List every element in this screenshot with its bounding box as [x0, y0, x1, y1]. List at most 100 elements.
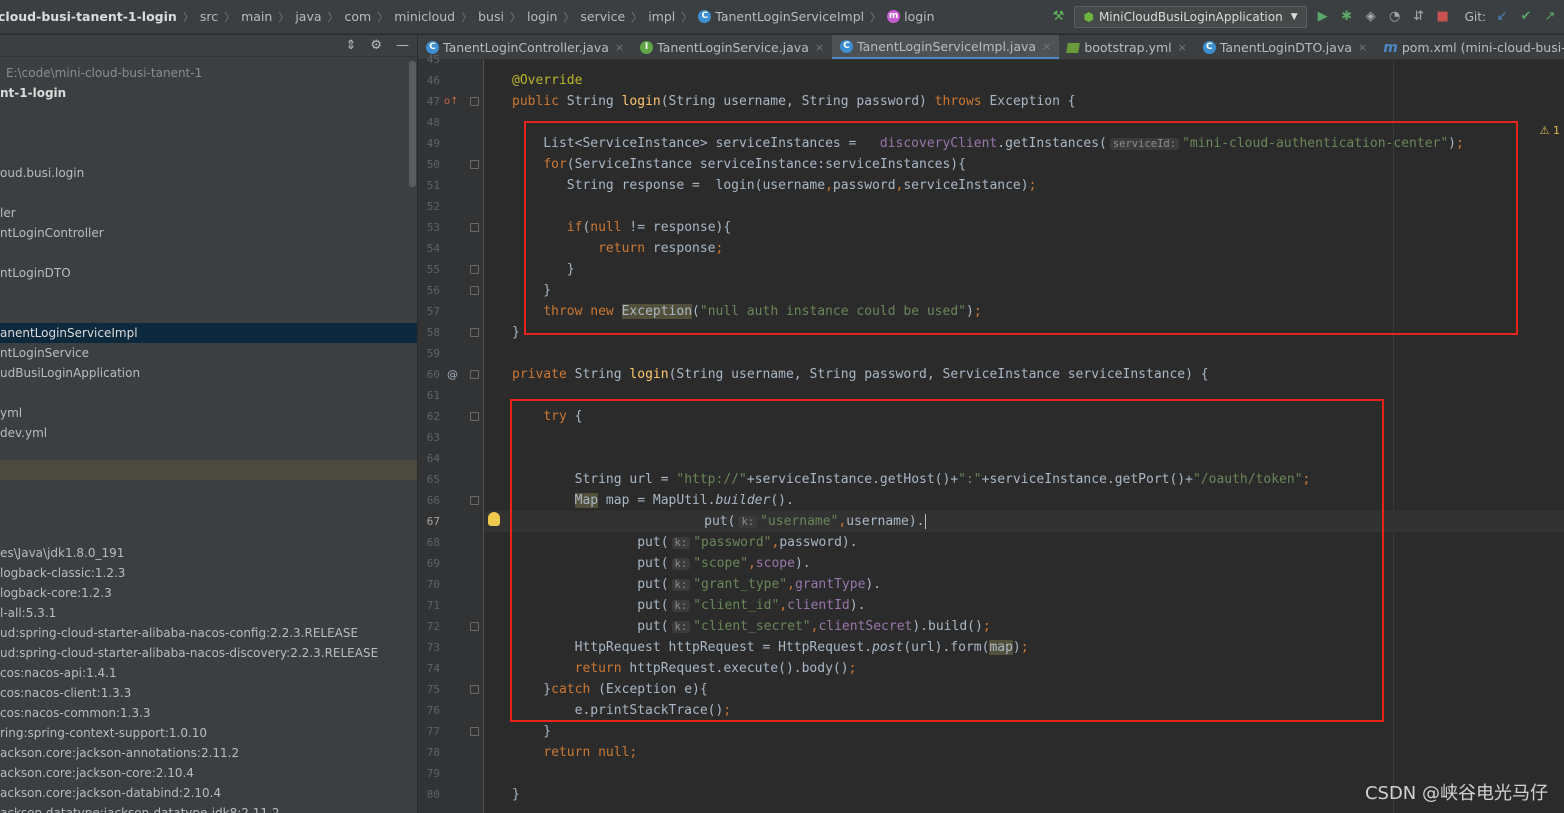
tree-item[interactable]: ackson.datatype:jackson-datatype-jdk8:2.… — [0, 803, 417, 813]
breadcrumb-item[interactable]: busi — [478, 9, 504, 24]
tree-item[interactable]: l-all:5.3.1 — [0, 603, 417, 623]
tree-item[interactable]: ud:spring-cloud-starter-alibaba-nacos-di… — [0, 643, 417, 663]
editor-tab[interactable]: mpom.xml (mini-cloud-busi-tanent-1- — [1375, 35, 1564, 59]
tree-item[interactable]: cos:nacos-common:1.3.3 — [0, 703, 417, 723]
code-editor[interactable]: ⚠ 1 @Override public String login(String… — [485, 60, 1564, 813]
stop-icon[interactable]: ■ — [1435, 9, 1451, 25]
line-number: 56 — [426, 284, 440, 297]
minimize-icon[interactable]: — — [396, 38, 409, 53]
tree-item[interactable]: ntLoginDTO — [0, 263, 417, 283]
fold-marker-icon[interactable] — [470, 370, 479, 379]
tree-item[interactable]: ud:spring-cloud-starter-alibaba-nacos-co… — [0, 623, 417, 643]
project-panel: ⇕ ⚙ — E:\code\mini-cloud-busi-tanent-1 nt… — [0, 35, 417, 813]
fold-marker-icon[interactable] — [470, 286, 479, 295]
annotation-gutter-icon[interactable]: @ — [447, 364, 458, 385]
editor-tab-label: TanentLoginController.java — [443, 40, 609, 55]
coverage-icon[interactable]: ◈ — [1363, 9, 1379, 25]
fold-marker-icon[interactable] — [470, 328, 479, 337]
tree-item[interactable]: ntLoginController — [0, 223, 417, 243]
tree-item[interactable]: cos:nacos-api:1.4.1 — [0, 663, 417, 683]
editor-tab-label: TanentLoginService.java — [657, 40, 809, 55]
line-number: 61 — [426, 389, 440, 402]
breadcrumb-item[interactable]: src — [200, 9, 218, 24]
breadcrumb-separator-icon: 〉 — [182, 10, 194, 24]
editor-tab[interactable]: C TanentLoginController.java × — [418, 35, 632, 59]
editor-tab[interactable]: I TanentLoginService.java × — [632, 35, 832, 59]
tree-item[interactable]: ackson.core:jackson-databind:2.10.4 — [0, 783, 417, 803]
editor-tab-label: bootstrap.yml — [1084, 40, 1172, 55]
editor-tab[interactable]: C TanentLoginDTO.java × — [1195, 35, 1375, 59]
breadcrumb-item[interactable]: TanentLoginServiceImpl — [715, 9, 864, 24]
class-icon: C — [698, 10, 712, 23]
tree-item[interactable]: cos:nacos-client:1.3.3 — [0, 683, 417, 703]
fold-marker-icon[interactable] — [470, 223, 479, 232]
breadcrumb-item[interactable]: impl — [648, 9, 675, 24]
line-number: 55 — [426, 263, 440, 276]
inspection-warning-indicator[interactable]: ⚠ 1 — [1540, 124, 1560, 137]
breadcrumb-item[interactable]: minicloud — [394, 9, 455, 24]
line-number: 65 — [426, 473, 440, 486]
tree-item[interactable]: ackson.core:jackson-core:2.10.4 — [0, 763, 417, 783]
editor-tab[interactable]: C TanentLoginServiceImpl.java × — [832, 35, 1060, 59]
fold-marker-icon[interactable] — [470, 496, 479, 505]
breadcrumb-item[interactable]: login — [527, 9, 557, 24]
tree-item[interactable]: oud.busi.login — [0, 163, 417, 183]
line-number: 54 — [426, 242, 440, 255]
line-number: 60 — [426, 368, 440, 381]
close-icon[interactable]: × — [1042, 40, 1051, 53]
class-icon: C — [840, 39, 854, 53]
fold-marker-icon[interactable] — [470, 97, 479, 106]
line-number: 62 — [426, 410, 440, 423]
attach-icon[interactable]: ⇵ — [1411, 9, 1427, 25]
tree-item[interactable]: logback-classic:1.2.3 — [0, 563, 417, 583]
tree-item[interactable]: udBusiLoginApplication — [0, 363, 417, 383]
git-label: Git: — [1464, 10, 1486, 24]
hammer-build-icon[interactable]: ⚒ — [1050, 9, 1066, 25]
tree-item[interactable]: ring:spring-context-support:1.0.10 — [0, 723, 417, 743]
breadcrumb-separator-icon: 〉 — [509, 10, 521, 24]
tree-item[interactable]: ntLoginService — [0, 343, 417, 363]
line-number: 45 — [426, 53, 440, 66]
line-number: 46 — [426, 74, 440, 87]
fold-marker-icon[interactable] — [470, 622, 479, 631]
breadcrumb-project[interactable]: cloud-busi-tanent-1-login — [0, 9, 177, 24]
fold-marker-icon[interactable] — [470, 160, 479, 169]
breadcrumb-item[interactable]: com — [345, 9, 372, 24]
breadcrumb-item[interactable]: service — [580, 9, 625, 24]
fold-marker-icon[interactable] — [470, 727, 479, 736]
close-icon[interactable]: × — [1358, 41, 1367, 54]
git-push-icon[interactable]: ↗ — [1542, 9, 1558, 25]
profile-icon[interactable]: ◔ — [1387, 9, 1403, 25]
breadcrumb-item[interactable]: login — [904, 9, 934, 24]
close-icon[interactable]: × — [815, 41, 824, 54]
tree-item[interactable]: dev.yml — [0, 423, 417, 443]
tree-item[interactable]: es\Java\jdk1.8.0_191 — [0, 543, 417, 563]
tree-item[interactable]: anentLoginServiceImpl — [0, 323, 417, 343]
tree-item[interactable]: logback-core:1.2.3 — [0, 583, 417, 603]
gear-icon[interactable]: ⚙ — [370, 38, 382, 53]
git-update-icon[interactable]: ↙ — [1494, 9, 1510, 25]
close-icon[interactable]: × — [1178, 41, 1187, 54]
fold-marker-icon[interactable] — [470, 685, 479, 694]
breadcrumb-item[interactable]: java — [295, 9, 321, 24]
collapse-all-icon[interactable]: ⇕ — [345, 38, 356, 53]
tree-item[interactable]: yml — [0, 403, 417, 423]
warning-count: 1 — [1553, 124, 1560, 137]
breadcrumb-item[interactable]: main — [241, 9, 272, 24]
editor-tab[interactable]: bootstrap.yml × — [1059, 35, 1195, 59]
close-icon[interactable]: × — [615, 41, 624, 54]
git-commit-icon[interactable]: ✔ — [1518, 9, 1534, 25]
debug-icon[interactable]: ✱ — [1339, 9, 1355, 25]
fold-marker-icon[interactable] — [470, 412, 479, 421]
tree-item[interactable]: ackson.core:jackson-annotations:2.11.2 — [0, 743, 417, 763]
override-gutter-icon[interactable]: o↑ — [444, 91, 459, 112]
tree-item[interactable]: E:\code\mini-cloud-busi-tanent-1 — [0, 63, 417, 83]
navigation-bar: cloud-busi-tanent-1-login 〉 src 〉 main 〉 java 〉… — [0, 0, 1564, 34]
run-config-select[interactable]: ⬢ MiniCloudBusiLoginApplication ▼ — [1074, 6, 1307, 28]
tree-item[interactable]: ler — [0, 203, 417, 223]
lightbulb-icon[interactable] — [488, 512, 500, 526]
tree-item[interactable]: nt-1-login — [0, 83, 417, 103]
fold-marker-icon[interactable] — [470, 265, 479, 274]
run-icon[interactable]: ▶ — [1315, 9, 1331, 25]
code-line: return null; — [543, 745, 638, 760]
